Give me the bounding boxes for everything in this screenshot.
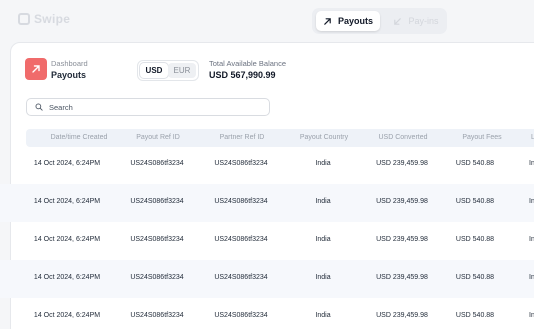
cell-payout-ref: US24S086tf3234 — [130, 160, 184, 167]
arrow-down-left-icon — [394, 17, 402, 25]
cell-payout-ref: US24S086tf3234 — [130, 312, 184, 319]
currency-toggle: USD EUR — [137, 60, 199, 81]
arrow-up-right-icon — [32, 65, 40, 73]
cell-country: India — [315, 312, 331, 319]
column-header-partner-ref[interactable]: Partner Ref ID — [220, 134, 265, 141]
cell-payout-fees: USD 540.88 — [455, 160, 495, 167]
column-header-payout-fees[interactable]: Payout Fees — [462, 134, 501, 141]
cell-partner-ref: US24S086tf3234 — [214, 160, 268, 167]
cell-country: India — [315, 274, 331, 281]
cell-usd-converted: USD 239,459.98 — [376, 198, 428, 205]
table-row[interactable]: 14 Oct 2024, 6:24PM US24S086tf3234 US24S… — [0, 184, 534, 222]
tab-payouts-label: Payouts — [337, 16, 373, 26]
cell-country: India — [315, 236, 331, 243]
top-bar: Swipe Payouts Pay-ins — [0, 0, 534, 40]
cell-last: In — [529, 198, 534, 205]
cell-last: In — [529, 312, 534, 319]
cell-payout-fees: USD 540.88 — [455, 274, 495, 281]
balance-label: Total Available Balance — [209, 59, 286, 68]
cell-payout-fees: USD 540.88 — [455, 198, 495, 205]
cell-usd-converted: USD 239,459.98 — [376, 236, 428, 243]
logo-text: Swipe — [34, 12, 71, 26]
cell-last: In — [529, 274, 534, 281]
cell-payout-ref: US24S086tf3234 — [130, 274, 184, 281]
cell-partner-ref: US24S086tf3234 — [214, 312, 268, 319]
tab-payouts[interactable]: Payouts — [316, 11, 380, 31]
cell-partner-ref: US24S086tf3234 — [214, 274, 268, 281]
tab-pay-ins[interactable]: Pay-ins — [388, 11, 444, 31]
cell-usd-converted: USD 239,459.98 — [376, 160, 428, 167]
page-title: Payouts — [51, 70, 87, 80]
currency-option-eur[interactable]: EUR — [168, 63, 196, 78]
logo-mark-icon — [18, 13, 30, 25]
cell-date: 14 Oct 2024, 6:24PM — [33, 160, 101, 167]
cell-country: India — [315, 160, 331, 167]
search-icon — [35, 103, 43, 111]
balance-value: USD 567,990.99 — [209, 70, 276, 80]
search-input[interactable] — [49, 102, 249, 112]
cell-date: 14 Oct 2024, 6:24PM — [33, 236, 101, 243]
cell-partner-ref: US24S086tf3234 — [214, 236, 268, 243]
cell-last: In — [529, 160, 534, 167]
cell-date: 14 Oct 2024, 6:24PM — [33, 198, 101, 205]
cell-payout-ref: US24S086tf3234 — [130, 236, 184, 243]
app-logo: Swipe — [18, 12, 70, 26]
table-row[interactable]: 14 Oct 2024, 6:24PM US24S086tf3234 US24S… — [0, 298, 534, 329]
table-row[interactable]: 14 Oct 2024, 6:24PM US24S086tf3234 US24S… — [0, 260, 534, 298]
cell-partner-ref: US24S086tf3234 — [214, 198, 268, 205]
currency-option-usd[interactable]: USD — [140, 63, 168, 78]
column-header-usd-converted[interactable]: USD Converted — [378, 134, 427, 141]
cell-usd-converted: USD 239,459.98 — [376, 274, 428, 281]
cell-country: India — [315, 198, 331, 205]
page-icon — [25, 58, 47, 80]
table-header: Date/time Created Payout Ref ID Partner … — [26, 129, 534, 147]
cell-date: 14 Oct 2024, 6:24PM — [33, 274, 101, 281]
cell-last: In — [529, 236, 534, 243]
cell-usd-converted: USD 239,459.98 — [376, 312, 428, 319]
breadcrumb[interactable]: Dashboard — [51, 59, 88, 68]
tab-pay-ins-label: Pay-ins — [408, 16, 439, 26]
section-switcher: Payouts Pay-ins — [312, 8, 447, 34]
table-row[interactable]: 14 Oct 2024, 6:24PM US24S086tf3234 US24S… — [0, 222, 534, 260]
column-header-date[interactable]: Date/time Created — [51, 134, 108, 141]
table-row[interactable]: 14 Oct 2024, 6:24PM US24S086tf3234 US24S… — [0, 146, 534, 184]
column-header-payout-ref[interactable]: Payout Ref ID — [136, 134, 180, 141]
cell-payout-fees: USD 540.88 — [455, 236, 495, 243]
cell-date: 14 Oct 2024, 6:24PM — [33, 312, 101, 319]
cell-payout-ref: US24S086tf3234 — [130, 198, 184, 205]
column-header-country[interactable]: Payout Country — [300, 134, 348, 141]
cell-payout-fees: USD 540.88 — [455, 312, 495, 319]
search-box[interactable] — [26, 98, 270, 116]
arrow-up-right-icon — [324, 17, 331, 25]
